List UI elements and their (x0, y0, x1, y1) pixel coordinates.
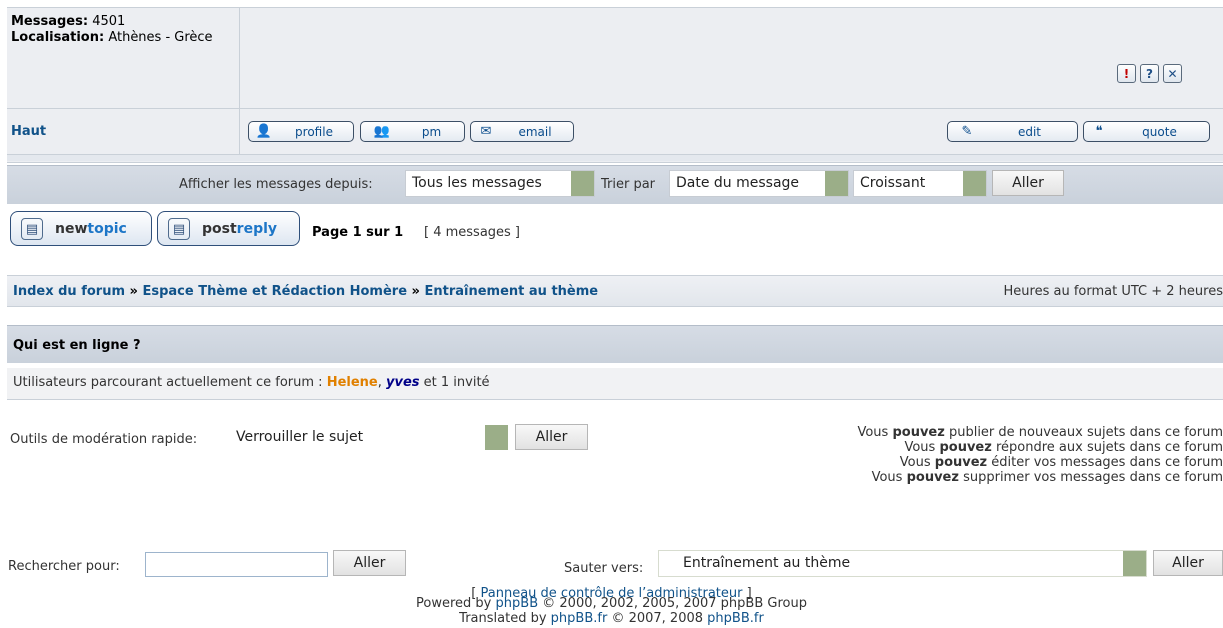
poster-info: Messages: 4501 Localisation: Athènes - G… (11, 14, 236, 46)
post-count: [ 4 messages ] (424, 225, 521, 240)
permission-line: Vous pouvez éditer vos messages dans ce … (899, 455, 1223, 470)
location-label: Localisation: (11, 30, 105, 45)
info-icon[interactable]: ? (1140, 64, 1159, 83)
show-from-select[interactable]: Tous les messages (405, 170, 595, 197)
online-user[interactable]: yves (386, 375, 420, 390)
user-icon: 👤 (255, 124, 273, 139)
row-divider (7, 108, 1223, 109)
online-user[interactable]: Helene (327, 375, 378, 390)
row-spacer (7, 155, 1223, 161)
permission-line: Vous pouvez supprimer vos messages dans … (871, 470, 1223, 485)
page-info: Page 1 sur 1 (312, 225, 404, 240)
show-from-label: Afficher les messages depuis: (179, 177, 373, 192)
phpbb-link[interactable]: phpBB (496, 596, 539, 611)
report-icon[interactable]: ! (1117, 64, 1136, 83)
display-options-bar: Afficher les messages depuis: Tous les m… (7, 165, 1223, 204)
pm-button[interactable]: 👥 pm (360, 121, 465, 142)
jump-label: Sauter vers: (564, 561, 644, 576)
moderation-go-button[interactable]: Aller (515, 424, 588, 450)
timezone-info: Heures au format UTC + 2 heures (1003, 284, 1223, 299)
chevron-down-icon (825, 171, 848, 196)
chevron-down-icon (1123, 551, 1146, 576)
pencil-icon: ✎ (961, 124, 973, 139)
profile-button[interactable]: 👤 profile (248, 121, 354, 142)
chevron-down-icon (963, 171, 986, 196)
chevron-down-icon (485, 425, 508, 450)
breadcrumb-trail: Index du forum » Espace Thème et Rédacti… (13, 284, 599, 299)
who-is-online-title: Qui est en ligne ? (7, 325, 1223, 363)
breadcrumb-category[interactable]: Espace Thème et Rédaction Homère (142, 284, 407, 299)
permissions-list: Vous pouvez publier de nouveaux sujets d… (857, 425, 1223, 485)
messages-label: Messages: (11, 14, 89, 29)
email-button[interactable]: ✉ email (470, 121, 574, 142)
copyright-footer: Powered by phpBB © 2000, 2002, 2005, 200… (416, 596, 807, 626)
search-go-button[interactable]: Aller (333, 550, 406, 576)
column-divider (239, 8, 240, 154)
display-go-button[interactable]: Aller (992, 170, 1064, 196)
jump-go-button[interactable]: Aller (1153, 550, 1223, 576)
sort-order-select[interactable]: Croissant (853, 170, 987, 197)
permission-line: Vous pouvez répondre aux sujets dans ce … (904, 440, 1223, 455)
moderation-select[interactable]: Verrouiller le sujet (229, 424, 509, 451)
who-is-online-list: Utilisateurs parcourant actuellement ce … (7, 368, 1223, 400)
sort-by-select[interactable]: Date du message (669, 170, 849, 197)
jump-to-select[interactable]: Entraînement au thème (658, 550, 1147, 577)
location-value: Athènes - Grèce (108, 30, 213, 45)
permission-line: Vous pouvez publier de nouveaux sujets d… (857, 425, 1223, 440)
phpbb-fr-link[interactable]: phpBB.fr (707, 611, 764, 626)
edit-button[interactable]: ✎ edit (947, 121, 1078, 142)
users-icon: 👥 (373, 124, 391, 139)
search-label: Rechercher pour: (8, 559, 120, 574)
quote-icon: ❝ (1095, 124, 1103, 139)
post-reply-button[interactable]: ▤ post reply (157, 211, 300, 246)
new-topic-button[interactable]: ▤ new topic (10, 211, 152, 246)
envelope-icon: ✉ (480, 124, 492, 139)
moderation-label: Outils de modération rapide: (10, 432, 198, 447)
quote-button[interactable]: ❝ quote (1083, 121, 1210, 142)
breadcrumb: Index du forum » Espace Thème et Rédacti… (7, 275, 1223, 307)
search-input[interactable] (145, 552, 328, 577)
delete-icon[interactable]: ✕ (1163, 64, 1182, 83)
post-footer: Messages: 4501 Localisation: Athènes - G… (7, 7, 1223, 163)
phpbb-fr-link[interactable]: phpBB.fr (551, 611, 608, 626)
breadcrumb-forum[interactable]: Entraînement au thème (424, 284, 598, 299)
top-link[interactable]: Haut (11, 124, 46, 139)
document-icon: ▤ (168, 217, 190, 240)
chevron-down-icon (571, 171, 594, 196)
messages-value: 4501 (92, 14, 126, 29)
breadcrumb-index[interactable]: Index du forum (13, 284, 125, 299)
document-icon: ▤ (21, 217, 43, 240)
sort-label: Trier par (601, 177, 656, 192)
